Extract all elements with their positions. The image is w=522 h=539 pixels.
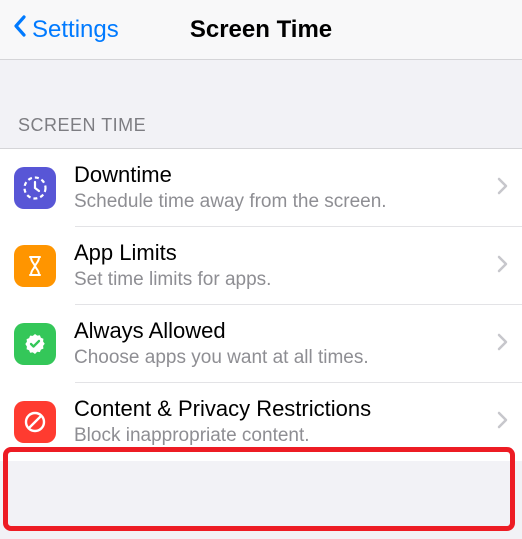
nav-header: Settings Screen Time	[0, 0, 522, 60]
row-title: App Limits	[74, 239, 491, 267]
section-heading: SCREEN TIME	[0, 60, 522, 148]
row-text: App Limits Set time limits for apps.	[74, 239, 491, 293]
row-subtitle: Set time limits for apps.	[74, 267, 491, 294]
chevron-right-icon	[497, 255, 508, 278]
row-downtime[interactable]: Downtime Schedule time away from the scr…	[0, 149, 522, 227]
checkmark-seal-icon	[14, 323, 56, 365]
row-subtitle: Choose apps you want at all times.	[74, 345, 491, 372]
row-content-privacy[interactable]: Content & Privacy Restrictions Block ina…	[0, 383, 522, 461]
row-title: Content & Privacy Restrictions	[74, 395, 491, 423]
back-label: Settings	[32, 16, 119, 44]
hourglass-icon	[14, 245, 56, 287]
settings-list: Downtime Schedule time away from the scr…	[0, 148, 522, 461]
chevron-right-icon	[497, 411, 508, 434]
chevron-right-icon	[497, 333, 508, 356]
row-text: Always Allowed Choose apps you want at a…	[74, 317, 491, 371]
row-app-limits[interactable]: App Limits Set time limits for apps.	[0, 227, 522, 305]
back-button[interactable]: Settings	[12, 14, 119, 45]
row-always-allowed[interactable]: Always Allowed Choose apps you want at a…	[0, 305, 522, 383]
row-text: Content & Privacy Restrictions Block ina…	[74, 395, 491, 449]
row-text: Downtime Schedule time away from the scr…	[74, 161, 491, 215]
downtime-icon	[14, 167, 56, 209]
row-title: Always Allowed	[74, 317, 491, 345]
no-entry-icon	[14, 401, 56, 443]
row-subtitle: Block inappropriate content.	[74, 423, 491, 450]
row-title: Downtime	[74, 161, 491, 189]
chevron-right-icon	[497, 177, 508, 200]
chevron-left-icon	[12, 14, 28, 45]
row-subtitle: Schedule time away from the screen.	[74, 189, 491, 216]
